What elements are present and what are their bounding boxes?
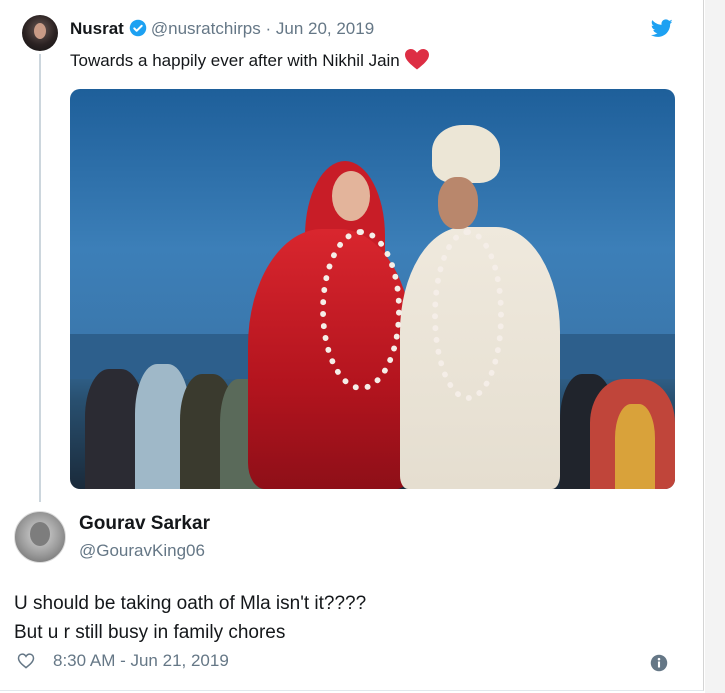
- reply-author-avatar[interactable]: [14, 511, 66, 563]
- reply-text-line: But u r still busy in family chores: [14, 622, 286, 643]
- reply-timestamp[interactable]: 8:30 AM - Jun 21, 2019: [53, 651, 229, 670]
- photo-groom-turban: [432, 125, 500, 183]
- tweet-date[interactable]: Jun 20, 2019: [276, 19, 374, 38]
- verified-badge-icon: [129, 19, 147, 42]
- header-separator: ·: [265, 19, 272, 38]
- reply-footer: 8:30 AM - Jun 21, 2019: [17, 651, 229, 674]
- info-icon[interactable]: [650, 654, 668, 677]
- tweet-photo[interactable]: [70, 89, 675, 489]
- photo-garland: [320, 229, 402, 391]
- reply-text-line: U should be taking oath of Mla isn't it?…: [14, 593, 367, 614]
- tweet-text: Towards a happily ever after with Nikhil…: [70, 48, 430, 75]
- red-heart-icon: [404, 48, 430, 75]
- tweet-header: Nusrat @nusratchirps · Jun 20, 2019: [70, 19, 374, 42]
- author-avatar[interactable]: [22, 15, 58, 51]
- reply-author-name[interactable]: Gourav Sarkar: [79, 513, 210, 535]
- page-gutter: [705, 0, 725, 693]
- photo-garland: [432, 229, 504, 401]
- tweet-text-content: Towards a happily ever after with Nikhil…: [70, 51, 400, 70]
- photo-bride-face: [332, 171, 370, 221]
- heart-outline-icon[interactable]: [17, 652, 35, 674]
- twitter-bird-icon[interactable]: [650, 19, 673, 43]
- photo-guest: [615, 404, 655, 489]
- author-name[interactable]: Nusrat: [70, 19, 124, 38]
- author-handle[interactable]: @nusratchirps: [151, 19, 261, 38]
- thread-connector-line: [39, 54, 41, 502]
- photo-groom-face: [438, 177, 478, 229]
- reply-author-handle[interactable]: @GouravKing06: [79, 541, 205, 561]
- reply-text: U should be taking oath of Mla isn't it?…: [14, 589, 366, 647]
